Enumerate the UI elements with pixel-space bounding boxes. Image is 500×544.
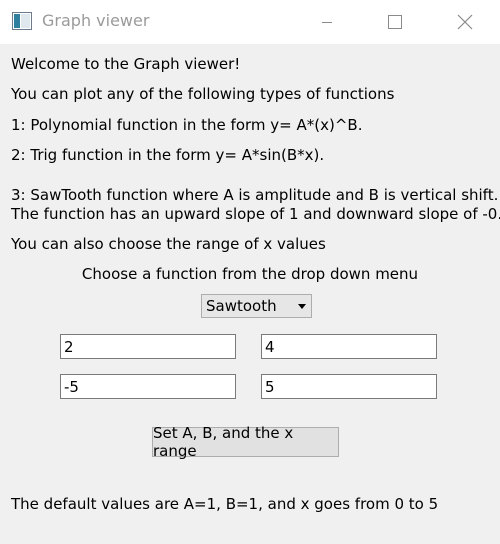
defaults-note-text: The default values are A=1, B=1, and x g…: [11, 495, 439, 513]
main-panel: Welcome to the Graph viewer! You can plo…: [0, 44, 500, 544]
set-parameters-button[interactable]: Set A, B, and the x range: [152, 424, 339, 460]
option-sawtooth-text: 3: SawTooth function where A is amplitud…: [11, 186, 499, 204]
window-title: Graph viewer: [42, 11, 150, 30]
function-chooser-prompt: Choose a function from the drop down men…: [81, 265, 419, 283]
b-value-field[interactable]: [261, 334, 437, 359]
x-max-field[interactable]: [261, 374, 437, 399]
close-icon: [457, 14, 473, 30]
title-bar: Graph viewer: [0, 0, 500, 44]
minimize-icon: [322, 22, 332, 23]
maximize-button[interactable]: [372, 0, 418, 44]
welcome-text: Welcome to the Graph viewer!: [11, 55, 241, 73]
x-min-field[interactable]: [60, 374, 236, 399]
option-trig-text: 2: Trig function in the form y= A*sin(B*…: [11, 146, 325, 164]
maximize-icon: [388, 15, 402, 29]
option-polynomial-text: 1: Polynomial function in the form y= A*…: [11, 116, 363, 134]
function-dropdown[interactable]: Sawtooth: [201, 294, 312, 318]
a-value-field[interactable]: [60, 334, 236, 359]
app-window-icon: [12, 12, 32, 30]
sawtooth-slope-text: The function has an upward slope of 1 an…: [11, 205, 500, 223]
types-intro-text: You can plot any of the following types …: [11, 85, 395, 103]
minimize-button[interactable]: [304, 0, 350, 44]
chevron-down-icon: [298, 304, 306, 309]
range-note-text: You can also choose the range of x value…: [11, 235, 326, 253]
close-button[interactable]: [442, 0, 488, 44]
function-dropdown-value: Sawtooth: [206, 297, 277, 315]
